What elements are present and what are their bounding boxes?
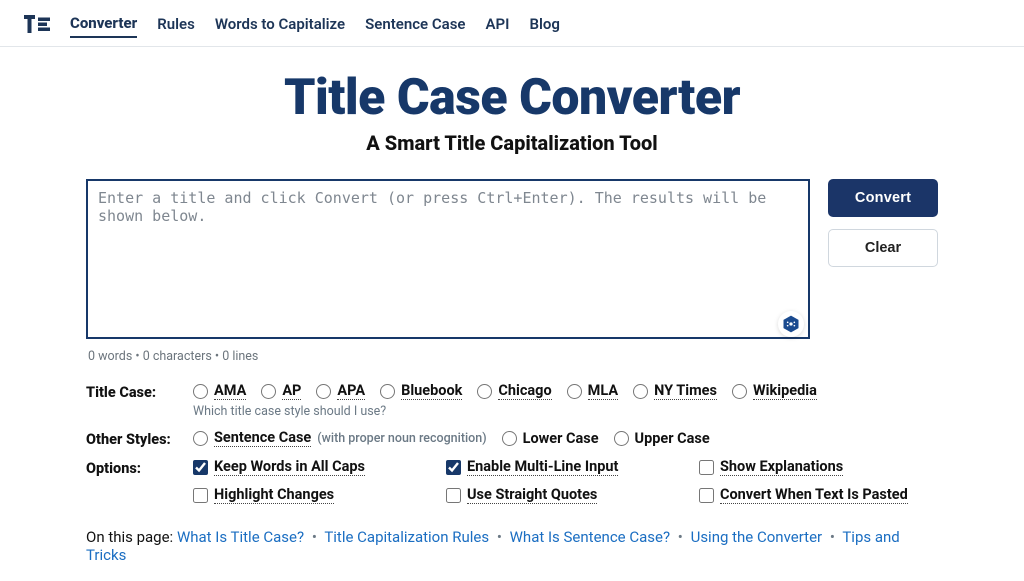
check-straight[interactable]: Use Straight Quotes: [446, 486, 685, 504]
check-multiline-label: Enable Multi-Line Input: [467, 458, 618, 476]
nav-link-blog[interactable]: Blog: [529, 11, 559, 37]
radio-nytimes-input[interactable]: [633, 384, 648, 399]
radio-chicago[interactable]: Chicago: [477, 382, 551, 400]
radio-ama-label: AMA: [214, 382, 246, 400]
convert-button[interactable]: Convert: [828, 179, 938, 217]
radio-ap[interactable]: AP: [261, 382, 301, 400]
options-row: Options: Keep Words in All Caps Enable M…: [86, 458, 938, 504]
check-straight-label: Use Straight Quotes: [467, 486, 597, 504]
site-logo[interactable]: [24, 15, 50, 33]
check-explain-input[interactable]: [699, 460, 714, 475]
radio-apa[interactable]: APA: [316, 382, 365, 400]
io-row: Convert Clear: [86, 179, 938, 343]
otp-link-using-the-converter[interactable]: Using the Converter: [691, 528, 823, 546]
titlecase-row: Title Case: AMA AP APA Bluebook: [86, 382, 938, 419]
check-allcaps-label: Keep Words in All Caps: [214, 458, 365, 476]
radio-ap-input[interactable]: [261, 384, 276, 399]
otherstyles-row: Other Styles: Sentence Case (with proper…: [86, 429, 938, 448]
logo-icon: [24, 15, 50, 33]
radio-mla-input[interactable]: [567, 384, 582, 399]
radio-nytimes-label: NY Times: [654, 382, 717, 400]
check-onpaste[interactable]: Convert When Text Is Pasted: [699, 486, 938, 504]
title-input[interactable]: [86, 179, 810, 339]
check-onpaste-input[interactable]: [699, 488, 714, 503]
check-highlight[interactable]: Highlight Changes: [193, 486, 432, 504]
otherstyles-label: Other Styles:: [86, 429, 183, 448]
extension-badge-icon[interactable]: [778, 311, 804, 337]
top-navbar: Converter Rules Words to Capitalize Sent…: [0, 0, 1024, 47]
radio-mla[interactable]: MLA: [567, 382, 618, 400]
check-explain-label: Show Explanations: [720, 458, 843, 476]
check-straight-input[interactable]: [446, 488, 461, 503]
check-highlight-label: Highlight Changes: [214, 486, 334, 504]
radio-upper[interactable]: Upper Case: [614, 430, 710, 447]
radio-upper-label: Upper Case: [635, 430, 710, 447]
counts-readout: 0 words • 0 characters • 0 lines: [88, 349, 936, 364]
page-title: Title Case Converter: [86, 69, 938, 127]
check-allcaps-input[interactable]: [193, 460, 208, 475]
nav-link-api[interactable]: API: [485, 11, 509, 37]
radio-nytimes[interactable]: NY Times: [633, 382, 717, 400]
check-explain[interactable]: Show Explanations: [699, 458, 938, 476]
radio-bluebook-input[interactable]: [380, 384, 395, 399]
nav-link-rules[interactable]: Rules: [157, 11, 195, 37]
nav-link-sentence-case[interactable]: Sentence Case: [365, 11, 465, 37]
radio-mla-label: MLA: [588, 382, 618, 400]
radio-bluebook[interactable]: Bluebook: [380, 382, 462, 400]
radio-apa-label: APA: [337, 382, 365, 400]
check-onpaste-label: Convert When Text Is Pasted: [720, 486, 908, 504]
otp-link-what-is-title-case[interactable]: What Is Title Case?: [177, 528, 304, 546]
radio-wikipedia-label: Wikipedia: [753, 382, 817, 400]
bullet-sep: •: [678, 528, 683, 546]
radio-lower-input[interactable]: [502, 431, 517, 446]
titlecase-label: Title Case:: [86, 382, 183, 401]
textarea-wrap: [86, 179, 810, 343]
titlecase-radios: AMA AP APA Bluebook Chicago: [193, 382, 938, 400]
bullet-sep: •: [497, 528, 502, 546]
radio-sentence-label: Sentence Case: [214, 429, 311, 447]
otp-link-title-capitalization-rules[interactable]: Title Capitalization Rules: [324, 528, 489, 546]
check-allcaps[interactable]: Keep Words in All Caps: [193, 458, 432, 476]
titlecase-helper[interactable]: Which title case style should I use?: [193, 404, 938, 419]
otherstyles-radios: Sentence Case (with proper noun recognit…: [193, 429, 938, 447]
radio-chicago-label: Chicago: [498, 382, 551, 400]
check-highlight-input[interactable]: [193, 488, 208, 503]
clear-button[interactable]: Clear: [828, 229, 938, 267]
radio-wikipedia[interactable]: Wikipedia: [732, 382, 817, 400]
radio-lower-label: Lower Case: [523, 430, 599, 447]
nav-link-converter[interactable]: Converter: [70, 10, 137, 38]
check-multiline-input[interactable]: [446, 460, 461, 475]
radio-ama[interactable]: AMA: [193, 382, 246, 400]
nav: Converter Rules Words to Capitalize Sent…: [0, 0, 1024, 46]
page-subtitle: A Smart Title Capitalization Tool: [86, 131, 938, 155]
radio-lower[interactable]: Lower Case: [502, 430, 599, 447]
sidebar-buttons: Convert Clear: [828, 179, 938, 267]
otp-link-what-is-sentence-case[interactable]: What Is Sentence Case?: [510, 528, 670, 546]
bullet-sep: •: [312, 528, 317, 546]
check-multiline[interactable]: Enable Multi-Line Input: [446, 458, 685, 476]
options-label: Options:: [86, 458, 183, 477]
on-this-page: On this page: What Is Title Case? • Titl…: [86, 528, 938, 564]
on-this-page-lead: On this page:: [86, 528, 173, 546]
radio-sentence[interactable]: Sentence Case (with proper noun recognit…: [193, 429, 487, 447]
options-checks: Keep Words in All Caps Enable Multi-Line…: [193, 458, 938, 504]
radio-wikipedia-input[interactable]: [732, 384, 747, 399]
nav-link-words-to-capitalize[interactable]: Words to Capitalize: [215, 11, 345, 37]
radio-ap-label: AP: [282, 382, 301, 400]
radio-bluebook-label: Bluebook: [401, 382, 462, 400]
radio-chicago-input[interactable]: [477, 384, 492, 399]
radio-ama-input[interactable]: [193, 384, 208, 399]
radio-apa-input[interactable]: [316, 384, 331, 399]
bullet-sep: •: [830, 528, 835, 546]
sentence-note: (with proper noun recognition): [317, 431, 486, 446]
radio-upper-input[interactable]: [614, 431, 629, 446]
page: Title Case Converter A Smart Title Capit…: [62, 69, 962, 564]
radio-sentence-input[interactable]: [193, 431, 208, 446]
